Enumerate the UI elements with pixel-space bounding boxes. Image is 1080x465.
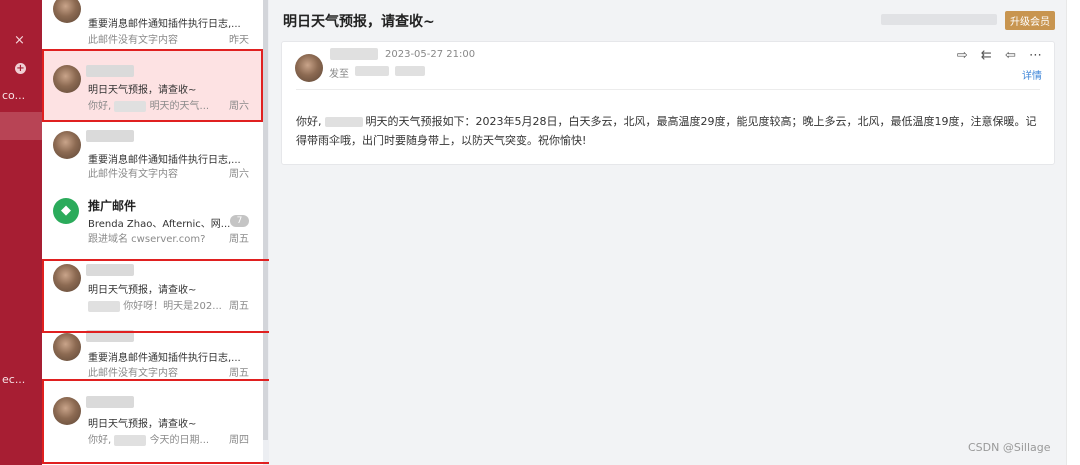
mail-folder-title: 推广邮件	[88, 199, 137, 213]
sender-name	[86, 130, 134, 142]
recipient-label: 发至	[329, 69, 349, 80]
mail-preview: 跟进域名 cwserver.com?	[88, 234, 206, 245]
reply-all-icon[interactable]: ⇇	[981, 48, 992, 63]
avatar	[295, 54, 323, 82]
add-icon[interactable]: +	[15, 63, 26, 74]
message-body: 你好, 明天的天气预报如下：2023年5月28日，白天多云，北风，最高温度29度，…	[296, 115, 1037, 147]
unread-count-badge: 7	[230, 215, 249, 227]
mail-subject: 重要消息邮件通知插件执行日志,...	[88, 353, 241, 364]
tag-icon: ◆	[53, 198, 79, 224]
details-link[interactable]: 详情	[1022, 67, 1042, 82]
mail-date: 周五	[229, 368, 249, 379]
message-actions: ⇨ ⇇ ⇦ ⋯	[948, 48, 1042, 63]
list-scrollbar-thumb[interactable]	[263, 0, 268, 440]
sidebar-active-item[interactable]	[0, 112, 42, 140]
message-card: 2023-05-27 21:00 发至 ⇨ ⇇ ⇦ ⋯ 详情 你好, 明天的天气预…	[281, 41, 1055, 165]
right-edge-panel	[1066, 0, 1080, 465]
sidebar-item-label[interactable]: co...	[2, 89, 25, 102]
close-icon[interactable]: ×	[14, 33, 25, 48]
watermark: CSDN @Sillage	[968, 441, 1051, 454]
list-item[interactable]: 重要消息邮件通知插件执行日志,... 此邮件没有文字内容 周六	[42, 124, 263, 188]
mail-date: 昨天	[229, 35, 249, 46]
list-item-promotions[interactable]: ◆ 推广邮件 Brenda Zhao、Afternic、网... 7 跟进域名 …	[42, 190, 263, 254]
avatar	[53, 333, 81, 361]
page-title: 明日天气预报，请查收~	[283, 14, 435, 30]
forward-icon[interactable]: ⇨	[957, 48, 968, 63]
mail-subject: 重要消息邮件通知插件执行日志,...	[88, 155, 241, 166]
mail-subject: Brenda Zhao、Afternic、网...	[88, 219, 231, 230]
reading-pane: 明日天气预报，请查收~ 升级会员 2023-05-27 21:00 发至 ⇨ ⇇…	[269, 0, 1066, 465]
recipient-name	[355, 66, 389, 76]
user-account[interactable]	[881, 14, 997, 25]
mail-date: 周六	[229, 169, 249, 180]
sidebar-item-label[interactable]: ec...	[2, 373, 25, 386]
mail-preview: 此邮件没有文字内容	[88, 169, 178, 180]
list-item[interactable]: 重要消息邮件通知插件执行日志,... 此邮件没有文字内容 昨天	[42, 0, 263, 46]
mail-preview: 此邮件没有文字内容	[88, 35, 178, 46]
highlight-box	[42, 259, 272, 333]
more-icon[interactable]: ⋯	[1029, 48, 1042, 63]
app-sidebar: × + co... ec...	[0, 0, 42, 465]
recipient-name	[395, 66, 425, 76]
avatar	[53, 0, 81, 23]
upgrade-button[interactable]: 升级会员	[1005, 11, 1055, 30]
highlight-box	[42, 379, 284, 464]
highlight-box	[42, 49, 263, 122]
message-date: 2023-05-27 21:00	[385, 49, 476, 60]
reply-icon[interactable]: ⇦	[1005, 48, 1016, 63]
sender-name[interactable]	[330, 48, 378, 60]
avatar	[53, 131, 81, 159]
mail-preview: 此邮件没有文字内容	[88, 368, 178, 379]
divider	[296, 89, 1040, 90]
mail-date: 周五	[229, 234, 249, 245]
mail-subject: 重要消息邮件通知插件执行日志,...	[88, 19, 241, 30]
